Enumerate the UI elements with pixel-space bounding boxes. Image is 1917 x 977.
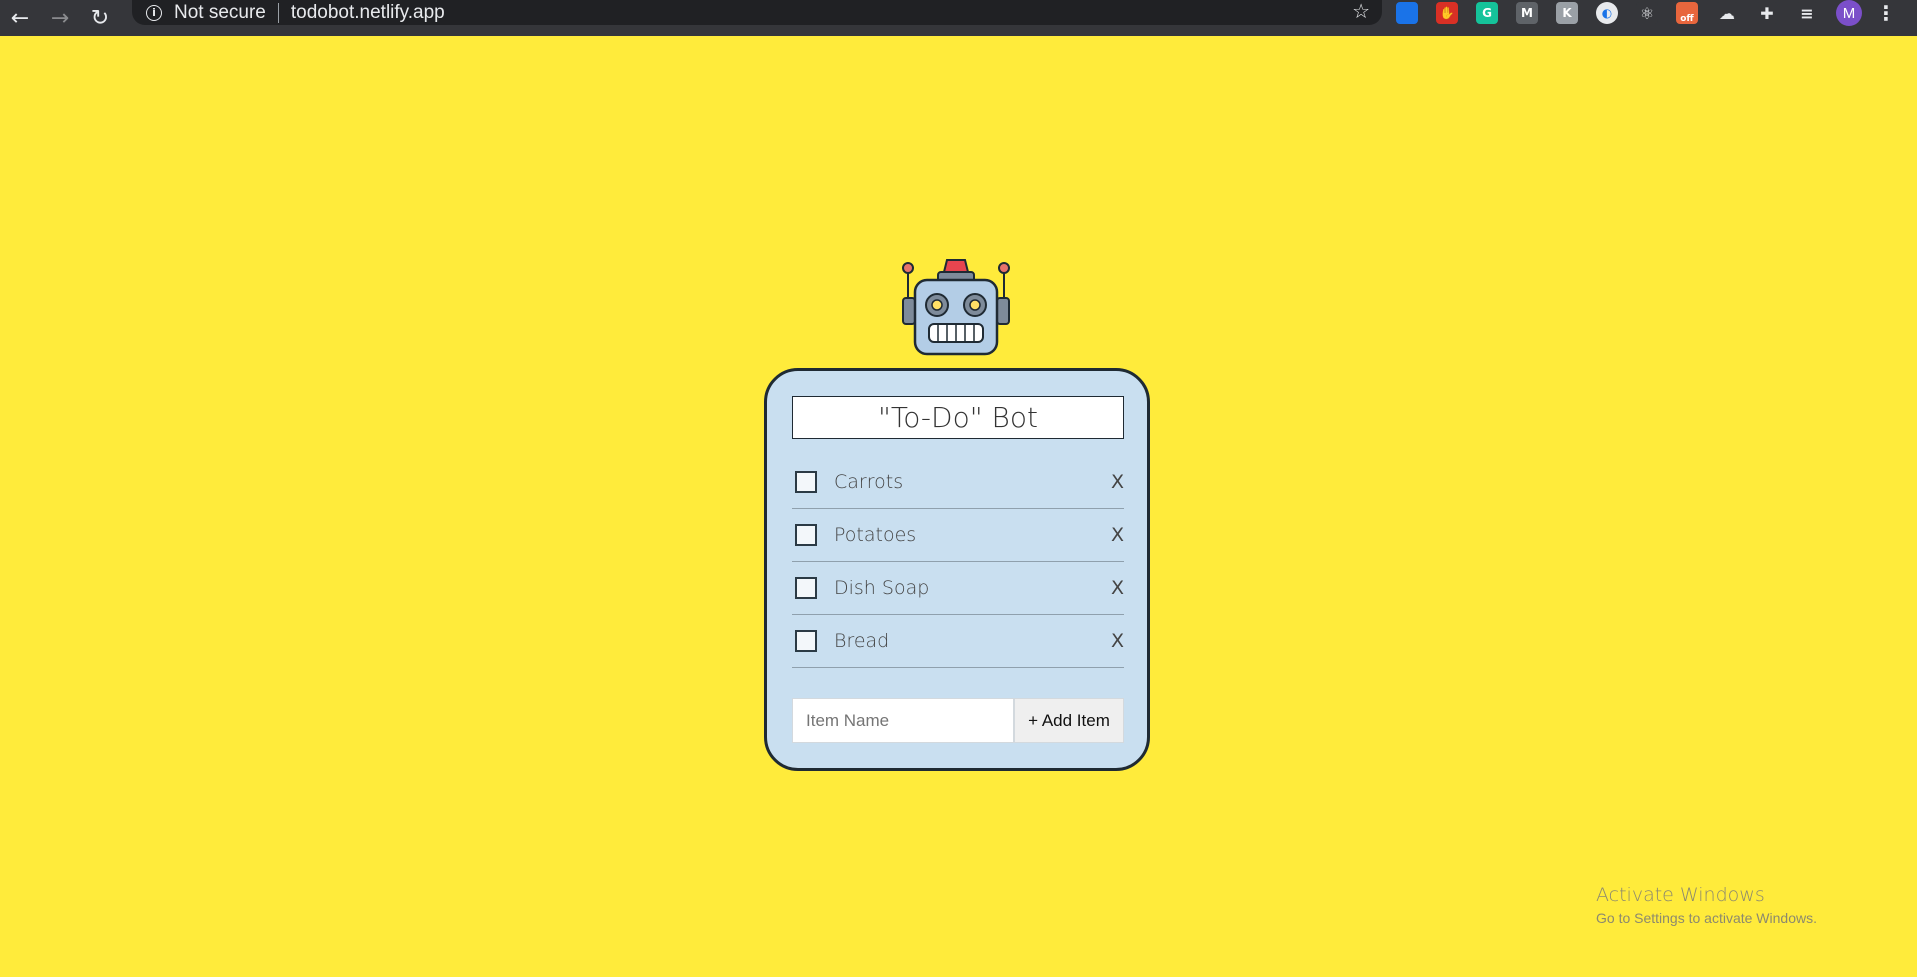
url-divider [277, 2, 279, 23]
bookmark-star-icon[interactable]: ☆ [1352, 0, 1370, 23]
item-name-input[interactable] [792, 698, 1014, 743]
watermark-title: Activate Windows [1596, 884, 1765, 906]
gray-extension-icon[interactable]: K [1556, 2, 1578, 24]
list-item: Bread X [792, 615, 1124, 668]
circle-extension-icon[interactable]: ◐ [1596, 2, 1618, 24]
m-extension-icon[interactable]: M [1516, 2, 1538, 24]
address-bar[interactable]: i Not secure todobot.netlify.app ☆ [132, 0, 1382, 25]
todo-card: "To-Do" Bot Carrots X Potatoes X Dish So… [764, 368, 1150, 771]
cloud-extension-icon[interactable]: ☁ [1716, 2, 1738, 24]
red-hand-extension-icon[interactable]: ✋ [1436, 2, 1458, 24]
delete-item-button[interactable]: X [1111, 630, 1124, 652]
add-item-button[interactable]: + Add Item [1014, 698, 1124, 743]
blue-extension-icon[interactable] [1396, 2, 1418, 24]
list-item: Carrots X [792, 456, 1124, 509]
item-checkbox[interactable] [795, 471, 817, 493]
item-label: Dish Soap [834, 577, 930, 599]
item-checkbox[interactable] [795, 524, 817, 546]
watermark-subtitle: Go to Settings to activate Windows. [1596, 910, 1817, 926]
profile-avatar[interactable]: M [1836, 0, 1862, 26]
forward-arrow-icon[interactable]: → [40, 0, 80, 36]
info-icon[interactable]: i [146, 4, 162, 21]
list-item: Potatoes X [792, 509, 1124, 562]
browser-toolbar: ← → ↻ i Not secure todobot.netlify.app ☆… [0, 0, 1917, 36]
back-arrow-icon[interactable]: ← [0, 0, 40, 36]
item-label: Carrots [834, 471, 904, 493]
add-item-form: + Add Item [792, 698, 1124, 743]
list-item: Dish Soap X [792, 562, 1124, 615]
extensions-bar: ✋ G M K ◐ ⚛ off ☁ ✚ ≡ M ⋮ [1396, 0, 1896, 26]
item-checkbox[interactable] [795, 577, 817, 599]
react-devtools-icon[interactable]: ⚛ [1636, 2, 1658, 24]
security-label[interactable]: Not secure [174, 2, 266, 24]
media-queue-icon[interactable]: ≡ [1796, 2, 1818, 24]
todo-list: Carrots X Potatoes X Dish Soap X Bread X [792, 456, 1124, 668]
delete-item-button[interactable]: X [1111, 471, 1124, 493]
reload-icon[interactable]: ↻ [80, 0, 120, 36]
delete-item-button[interactable]: X [1111, 577, 1124, 599]
item-label: Potatoes [834, 524, 917, 546]
delete-item-button[interactable]: X [1111, 524, 1124, 546]
url-text[interactable]: todobot.netlify.app [291, 2, 445, 24]
robot-icon [902, 259, 1010, 356]
item-checkbox[interactable] [795, 630, 817, 652]
puzzle-extensions-icon[interactable]: ✚ [1756, 2, 1778, 24]
pdf-off-extension-icon[interactable]: off [1676, 2, 1698, 24]
item-label: Bread [834, 630, 890, 652]
browser-menu-icon[interactable]: ⋮ [1876, 1, 1896, 25]
windows-activation-watermark: Activate Windows Go to Settings to activ… [1596, 884, 1817, 926]
grammarly-extension-icon[interactable]: G [1476, 2, 1498, 24]
app-title: "To-Do" Bot [792, 396, 1124, 439]
